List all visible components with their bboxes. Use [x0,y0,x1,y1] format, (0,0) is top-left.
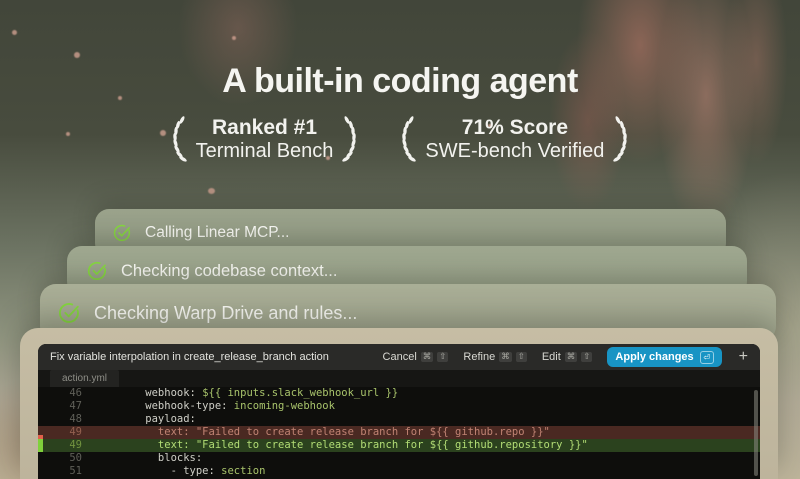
cmd-key-icon: ⌘ [499,352,512,363]
line-number: 49 [38,426,82,439]
code-line-added: 49 text: "Failed to create release branc… [38,439,760,452]
diff-panel: Fix variable interpolation in create_rel… [38,344,760,479]
shift-key-icon: ⇧ [516,352,527,363]
particle-dot [232,36,236,40]
apply-changes-button[interactable]: Apply changes ⏎ [607,347,721,367]
diff-actions: Cancel ⌘ ⇧ Refine ⌘ ⇧ Edit ⌘ ⇧ [383,347,750,367]
code-editor[interactable]: 46 webhook: ${{ inputs.slack_webhook_url… [38,387,760,479]
shift-key-icon: ⇧ [437,352,448,363]
agent-step-label: Checking codebase context... [121,262,337,281]
particle-dot [74,52,80,58]
laurel-left-icon [168,116,188,162]
cmd-key-icon: ⌘ [421,352,434,363]
code-line: 51 - type: section [38,465,760,478]
cancel-label: Cancel [383,351,417,363]
code-text: webhook-type: incoming-webhook [120,400,335,413]
refine-button[interactable]: Refine ⌘ ⇧ [463,351,526,363]
line-number: 48 [38,413,82,426]
agent-step-label: Calling Linear MCP... [145,224,289,242]
tab-bar: action.yml [38,370,760,387]
code-line: 50 blocks: [38,452,760,465]
page-title: A built-in coding agent [0,62,800,101]
edit-label: Edit [542,351,561,363]
badge-text: Ranked #1 Terminal Bench [196,116,334,162]
badge-text: 71% Score SWE-bench Verified [425,116,604,162]
badge-rank: Ranked #1 [196,116,334,140]
code-text: payload: [120,413,196,426]
badge-benchmark: SWE-bench Verified [425,140,604,162]
code-line: 48 payload: [38,413,760,426]
apply-changes-label: Apply changes [615,351,693,363]
check-circle-icon [113,224,131,242]
award-badges: Ranked #1 Terminal Bench [0,116,800,162]
add-tab-button[interactable]: + [737,349,750,365]
scrollbar[interactable] [754,390,758,476]
shift-key-icon: ⇧ [581,352,592,363]
code-text: text: "Failed to create release branch f… [120,426,550,439]
line-number: 50 [38,452,82,465]
enter-key-icon: ⏎ [700,351,714,364]
code-text: text: "Failed to create release branch f… [120,439,588,452]
code-text: webhook: ${{ inputs.slack_webhook_url }} [120,387,398,400]
cancel-button[interactable]: Cancel ⌘ ⇧ [383,351,449,363]
code-line-removed: 49 text: "Failed to create release branc… [38,426,760,439]
laurel-left-icon [397,116,417,162]
check-circle-icon [58,302,80,324]
refine-label: Refine [463,351,495,363]
particle-dot [12,30,17,35]
laurel-right-icon [612,116,632,162]
badge-terminal-bench: Ranked #1 Terminal Bench [168,116,362,162]
diff-title: Fix variable interpolation in create_rel… [50,351,329,363]
code-line: 47 webhook-type: incoming-webhook [38,400,760,413]
agent-step-label: Checking Warp Drive and rules... [94,303,357,324]
check-circle-icon [87,261,107,281]
diff-panel-header: Fix variable interpolation in create_rel… [38,344,760,370]
line-number: 51 [38,465,82,478]
line-number: 49 [38,439,82,452]
diff-card: Fix variable interpolation in create_rel… [20,328,778,479]
badge-score: 71% Score [425,116,604,140]
added-line-gutter-marker [38,439,43,452]
line-number: 47 [38,400,82,413]
cmd-key-icon: ⌘ [565,352,578,363]
badge-benchmark: Terminal Bench [196,140,334,162]
laurel-right-icon [341,116,361,162]
hero-screenshot: A built-in coding agent Ranked #1 Termin… [0,0,800,479]
edit-button[interactable]: Edit ⌘ ⇧ [542,351,593,363]
badge-swe-bench: 71% Score SWE-bench Verified [397,116,632,162]
code-text: blocks: [120,452,202,465]
code-line: 46 webhook: ${{ inputs.slack_webhook_url… [38,387,760,400]
code-text: - type: section [120,465,265,478]
particle-dot [208,188,215,194]
line-number: 46 [38,387,82,400]
tab-action-yml[interactable]: action.yml [50,370,119,387]
